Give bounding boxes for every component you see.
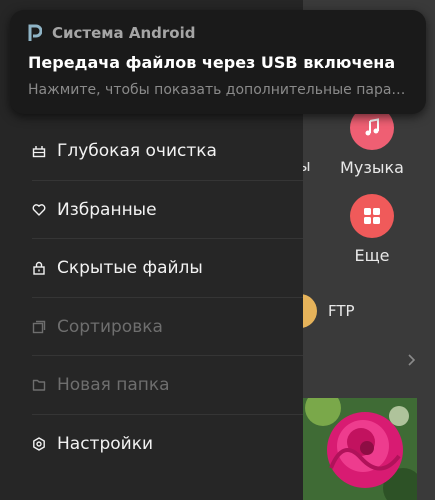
notification-title: Передача файлов через USB включена — [28, 53, 396, 72]
menu-item-label: Сортировка — [57, 316, 163, 337]
gear-icon — [32, 437, 46, 451]
lock-icon — [32, 261, 46, 275]
new-folder-icon — [32, 378, 46, 392]
menu-item-label: Глубокая очистка — [57, 141, 217, 162]
heart-icon — [32, 203, 46, 217]
image-thumbnail[interactable] — [303, 398, 417, 500]
chevron-right-icon[interactable] — [406, 352, 416, 366]
ftp-label: FTP — [328, 302, 355, 320]
drawer-menu: Глубокая очистка Избранные Скрытые файлы… — [0, 122, 303, 473]
grid-icon — [350, 194, 394, 238]
menu-item-sort[interactable]: Сортировка — [0, 298, 303, 357]
category-more[interactable]: Еще — [338, 194, 406, 265]
category-label: Еще — [354, 246, 390, 265]
category-music[interactable]: Музыка — [338, 106, 406, 177]
menu-item-favorites[interactable]: Избранные — [0, 181, 303, 240]
menu-item-new-folder[interactable]: Новая папка — [0, 356, 303, 415]
menu-item-label: Избранные — [57, 199, 157, 220]
usb-notification[interactable]: Система Android Передача файлов через US… — [10, 10, 426, 114]
menu-item-label: Настройки — [57, 433, 154, 454]
notification-header: Система Android — [28, 24, 196, 42]
sort-icon — [32, 320, 46, 334]
menu-item-label: Скрытые файлы — [57, 258, 203, 279]
notification-text: Нажмите, чтобы показать дополнительные п… — [28, 82, 414, 98]
menu-item-label: Новая папка — [57, 375, 170, 396]
android-system-icon — [28, 24, 43, 42]
notification-app-name: Система Android — [52, 24, 196, 42]
screen: Музыка Еще ы FTP Глубокая очистка Избран… — [0, 0, 435, 500]
ftp-entry[interactable]: FTP — [300, 294, 355, 328]
category-label: Музыка — [340, 158, 404, 177]
deep-clean-icon — [32, 144, 46, 158]
menu-item-deep-clean[interactable]: Глубокая очистка — [0, 122, 303, 181]
menu-item-settings[interactable]: Настройки — [0, 415, 303, 474]
menu-item-hidden-files[interactable]: Скрытые файлы — [0, 239, 303, 298]
